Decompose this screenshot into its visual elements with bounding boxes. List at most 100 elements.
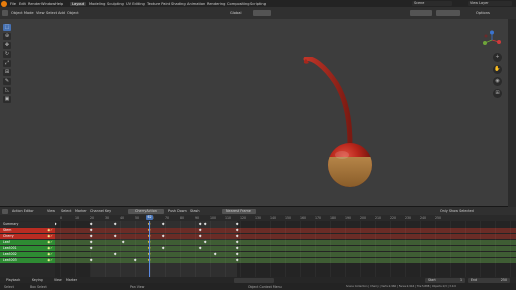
push-down-button[interactable]: Push Down — [168, 209, 187, 213]
scene-selector[interactable]: Scene — [412, 1, 452, 6]
menu-edit[interactable]: Edit — [19, 2, 26, 6]
frame-gridline — [300, 221, 301, 277]
channel-label: Leaf.001 — [3, 246, 17, 250]
menu-render[interactable]: Render — [28, 2, 41, 6]
status-box-select: Box Select — [30, 285, 47, 289]
editor-type-button[interactable] — [2, 208, 8, 214]
channel-row[interactable]: Stem ◉✓ — [0, 228, 55, 233]
channel-toggle-icons[interactable]: ◉✓ — [47, 228, 53, 233]
channel-summary[interactable]: Summary — [0, 222, 55, 227]
menu-select[interactable]: Select — [61, 209, 71, 213]
cursor-icon[interactable]: ⊕ — [3, 33, 11, 40]
tab-sculpting[interactable]: Sculpting — [105, 2, 126, 6]
transport-buttons[interactable] — [234, 277, 274, 283]
status-bar: Select Box Select Pan View Object Contex… — [0, 283, 516, 290]
ruler-tick-label: 30 — [105, 216, 110, 220]
action-editor-header: Action Editor View Select Marker Channel… — [0, 207, 516, 215]
move-icon[interactable]: ✥ — [3, 42, 11, 49]
frame-gridline — [105, 221, 106, 277]
menu-marker[interactable]: Marker — [75, 209, 87, 213]
channel-list: Summary Stem ◉✓ Cherry ◉✓ Leaf ◉✓ Leaf.001 ◉✓ Lea… — [0, 221, 55, 277]
frame-gridline — [450, 221, 451, 277]
marker-menu[interactable]: Marker — [66, 278, 77, 282]
overlay-buttons[interactable] — [410, 10, 432, 16]
current-frame-indicator[interactable]: 62 — [146, 215, 153, 220]
channel-row[interactable]: Leaf.003 ◉✓ — [0, 258, 55, 263]
channel-row[interactable]: Cherry ◉✓ — [0, 234, 55, 239]
camera-icon[interactable]: ◉ — [493, 77, 502, 86]
tab-animation[interactable]: Animation — [185, 2, 207, 6]
3d-viewport[interactable]: ⬚ ⊕ ✥ ↻ ⤢ ⊞ ✎ ◺ ▣ + ✋ ◉ ⊞ — [0, 19, 516, 207]
channel-toggle-icons[interactable]: ◉✓ — [47, 258, 53, 263]
start-frame-field[interactable]: Start 1 — [425, 277, 465, 283]
editor-type-button[interactable] — [2, 10, 8, 16]
menu-channel[interactable]: Channel — [90, 209, 104, 213]
channel-row[interactable]: Leaf.001 ◉✓ — [0, 246, 55, 251]
menu-key[interactable]: Key — [105, 209, 111, 213]
rotate-icon[interactable]: ↻ — [3, 51, 11, 58]
view-layer-selector[interactable]: View Layer — [468, 1, 512, 6]
options-menu[interactable]: Options — [476, 11, 490, 15]
tab-layout[interactable]: Layout — [70, 1, 87, 6]
ruler-tick-label: 10 — [75, 216, 80, 220]
menu-window[interactable]: Window — [41, 2, 55, 6]
ruler-tick-label: 240 — [420, 216, 427, 220]
keyframe-area[interactable] — [55, 221, 516, 277]
frame-gridline — [120, 221, 121, 277]
pan-hand-icon[interactable]: ✋ — [493, 65, 502, 74]
menu-view[interactable]: View — [36, 11, 45, 15]
view-menu[interactable]: View — [54, 278, 62, 282]
editor-mode-selector[interactable]: Action Editor — [12, 209, 34, 213]
sidebar-toggle-strip[interactable] — [508, 19, 516, 207]
interpolation-label: Nearest Frame — [226, 209, 251, 213]
menu-view[interactable]: View — [47, 209, 55, 213]
status-pan-view: Pan View — [130, 285, 145, 289]
end-frame-field[interactable]: End 250 — [468, 277, 510, 283]
frame-gridline — [480, 221, 481, 277]
tab-rendering[interactable]: Rendering — [205, 2, 227, 6]
blender-logo-icon[interactable] — [1, 0, 7, 7]
frame-gridline — [435, 221, 436, 277]
zoom-icon[interactable]: + — [493, 53, 502, 62]
frame-gridline — [180, 221, 181, 277]
channel-row[interactable]: Leaf ◉✓ — [0, 240, 55, 245]
cherry-model[interactable] — [290, 57, 390, 197]
menu-add[interactable]: Add — [58, 11, 65, 15]
tab-uv-editing[interactable]: UV Editing — [124, 2, 147, 6]
stash-button[interactable]: Stash — [190, 209, 199, 213]
tab-scripting[interactable]: Scripting — [248, 2, 268, 6]
shading-buttons[interactable] — [436, 10, 460, 16]
playback-menu[interactable]: Playback — [6, 278, 20, 282]
transform-icon[interactable]: ⊞ — [3, 69, 11, 76]
scale-icon[interactable]: ⤢ — [3, 60, 11, 67]
perspective-grid-icon[interactable]: ⊞ — [493, 89, 502, 98]
menu-help[interactable]: Help — [55, 2, 63, 6]
menu-object[interactable]: Object — [67, 11, 79, 15]
playhead-line[interactable] — [149, 221, 150, 277]
channel-toggle-icons[interactable]: ◉✓ — [47, 234, 53, 239]
snap-pivot-group[interactable] — [253, 10, 271, 16]
ruler-tick-label: 180 — [330, 216, 337, 220]
channel-row[interactable]: Leaf.002 ◉✓ — [0, 252, 55, 257]
filter-label[interactable]: Only Show Selected — [440, 209, 474, 213]
annotate-icon[interactable]: ✎ — [3, 78, 11, 85]
ruler-tick-label: 40 — [120, 216, 125, 220]
channel-toggle-icons[interactable]: ◉✓ — [47, 240, 53, 245]
channel-toggle-icons[interactable]: ◉✓ — [47, 246, 53, 251]
transform-orientation[interactable]: Global — [230, 11, 241, 15]
menu-file[interactable]: File — [10, 2, 16, 6]
add-cube-icon[interactable]: ▣ — [3, 96, 11, 103]
channel-label: Leaf.003 — [3, 258, 17, 262]
frame-gridline — [420, 221, 421, 277]
frame-gridline — [315, 221, 316, 277]
ruler-tick-label: 110 — [225, 216, 232, 220]
frame-gridline — [345, 221, 346, 277]
measure-icon[interactable]: ◺ — [3, 87, 11, 94]
menu-select[interactable]: Select — [46, 11, 57, 15]
navigation-gizmo-icon[interactable] — [482, 30, 502, 50]
keying-menu[interactable]: Keying — [32, 278, 43, 282]
select-box-icon[interactable]: ⬚ — [3, 24, 11, 31]
mode-selector[interactable]: Object Mode — [11, 11, 34, 15]
channel-toggle-icons[interactable]: ◉✓ — [47, 252, 53, 257]
channel-label: Cherry — [3, 234, 14, 238]
